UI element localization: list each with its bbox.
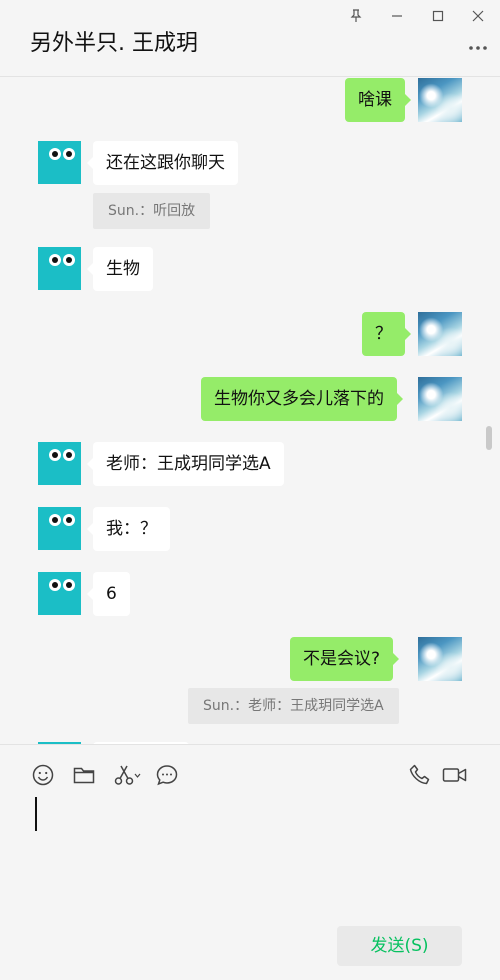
chat-title: 另外半只. 王成玥	[30, 31, 198, 56]
my-avatar[interactable]	[418, 312, 462, 356]
chat-scrollbar[interactable]	[486, 426, 492, 450]
chat-history-icon[interactable]	[155, 763, 179, 787]
title-bar: 另外半只. 王成玥	[0, 0, 500, 77]
message-bubble-incoming[interactable]: 生物	[87, 247, 153, 291]
message-bubble-incoming[interactable]: 老师：王成玥同学选A	[87, 442, 284, 486]
quoted-message[interactable]: Sun.：老师：王成玥同学选A	[188, 688, 399, 724]
message-bubble-outgoing[interactable]: ？	[362, 312, 411, 356]
contact-avatar[interactable]	[38, 247, 81, 290]
contact-avatar[interactable]	[38, 572, 81, 615]
message-bubble-incoming[interactable]: 还在这跟你聊天	[87, 141, 238, 185]
pin-icon[interactable]	[343, 4, 369, 28]
message-composer: 发送(S)	[0, 744, 500, 980]
message-bubble-incoming[interactable]: 6	[87, 572, 130, 616]
folder-icon[interactable]	[72, 763, 96, 787]
message-bubble-outgoing[interactable]: 不是会议?	[290, 637, 400, 681]
contact-avatar[interactable]	[38, 507, 81, 550]
minimize-icon[interactable]	[384, 4, 410, 28]
my-avatar[interactable]	[418, 637, 462, 681]
maximize-icon[interactable]	[425, 4, 451, 28]
send-button[interactable]: 发送(S)	[337, 926, 462, 966]
more-icon[interactable]	[468, 38, 488, 58]
contact-avatar[interactable]	[38, 141, 81, 184]
message-bubble-outgoing[interactable]: 啥课	[345, 78, 411, 122]
close-icon[interactable]	[465, 4, 491, 28]
phone-icon[interactable]	[408, 763, 432, 787]
chat-area[interactable]: 啥课 还在这跟你聊天 Sun.：听回放 生物 ？ 生物你又多会儿落下的 老师：王…	[0, 78, 500, 744]
scissors-icon[interactable]	[113, 763, 141, 787]
contact-avatar[interactable]	[38, 442, 81, 485]
message-input[interactable]	[35, 797, 37, 831]
video-call-icon[interactable]	[442, 763, 468, 787]
message-bubble-incoming[interactable]: 我：？	[87, 507, 170, 551]
my-avatar[interactable]	[418, 377, 462, 421]
my-avatar[interactable]	[418, 78, 462, 122]
message-bubble-outgoing[interactable]: 生物你又多会儿落下的	[201, 377, 403, 421]
quoted-message[interactable]: Sun.：听回放	[93, 193, 211, 229]
emoji-icon[interactable]	[31, 763, 55, 787]
